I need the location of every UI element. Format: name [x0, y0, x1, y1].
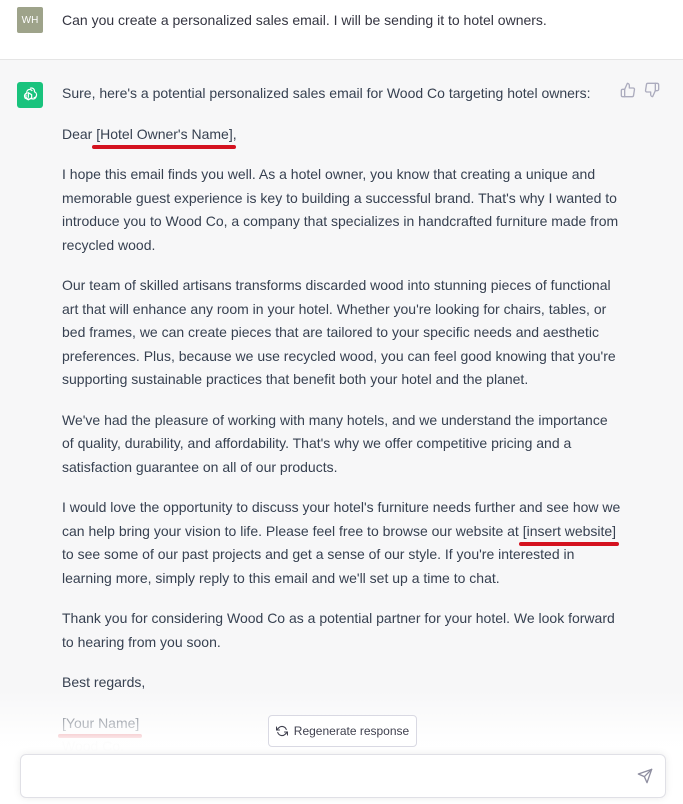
regenerate-response-button[interactable]: Regenerate response [268, 715, 417, 747]
thumbs-down-icon[interactable] [644, 82, 660, 98]
owner-name-text: [Hotel Owner's Name] [96, 125, 233, 142]
body-paragraph-5: Thank you for considering Wood Co as a p… [62, 610, 615, 650]
red-underline-annotation [58, 734, 143, 738]
user-avatar: WH [17, 7, 43, 33]
user-message-row: WH Can you create a personalized sales e… [0, 0, 683, 60]
refresh-icon [275, 725, 288, 737]
body-paragraph-1: I hope this email finds you well. As a h… [62, 166, 619, 253]
user-message-text: Can you create a personalized sales emai… [62, 12, 547, 28]
body-paragraph-2: Our team of skilled artisans transforms … [62, 277, 616, 387]
website-placeholder: [insert website] [518, 520, 620, 546]
intro-paragraph: Sure, here's a potential personalized sa… [62, 85, 591, 101]
your-name-placeholder: [Your Name] [58, 712, 143, 738]
openai-logo-icon [17, 82, 43, 108]
greeting-line: Dear [Hotel Owner's Name], [62, 123, 622, 149]
body-paragraph-4: I would love the opportunity to discuss … [62, 496, 622, 590]
greeting-prefix: Dear [62, 125, 97, 142]
greeting-suffix: , [232, 125, 237, 142]
owner-name-placeholder: [Hotel Owner's Name] [92, 123, 236, 149]
red-underline-annotation [92, 145, 236, 149]
paragraph-4-after: to see some of our past projects and get… [62, 546, 575, 586]
assistant-message-row: Sure, here's a potential personalized sa… [0, 60, 683, 804]
chat-input-field[interactable] [20, 754, 666, 798]
website-text: [insert website] [522, 522, 617, 539]
red-underline-annotation [518, 542, 620, 546]
regenerate-label: Regenerate response [293, 724, 410, 738]
thumbs-up-icon[interactable] [620, 82, 636, 98]
assistant-message-content: Sure, here's a potential personalized sa… [58, 82, 622, 759]
send-icon[interactable] [637, 768, 653, 784]
signoff: Best regards, [62, 674, 146, 690]
body-paragraph-3: We've had the pleasure of working with m… [62, 411, 608, 475]
your-name-text: [Your Name] [62, 714, 140, 731]
